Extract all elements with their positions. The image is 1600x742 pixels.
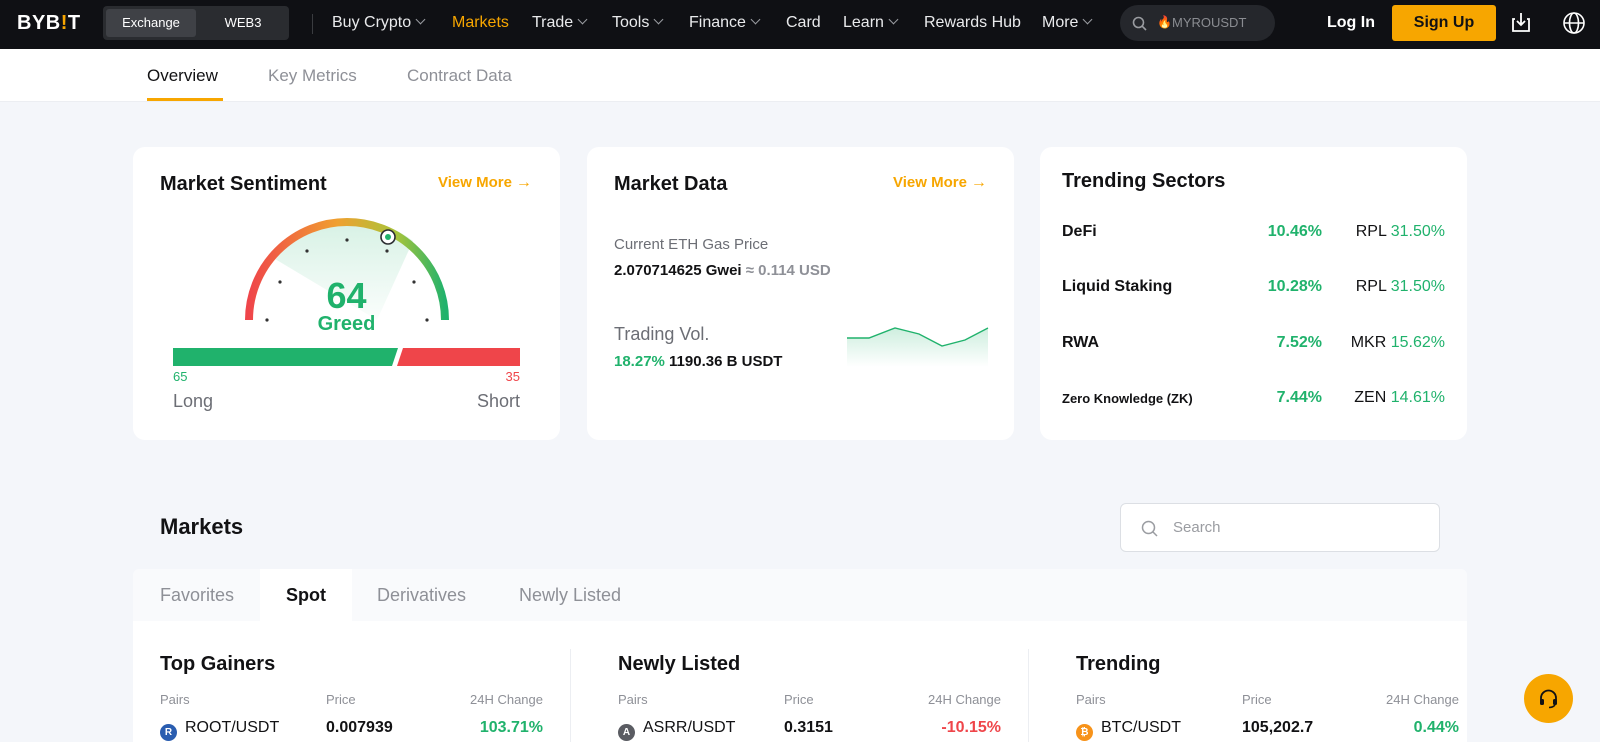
nav-learn[interactable]: Learn [843,0,899,46]
column-title: Trending [1076,653,1161,675]
card-title: Market Sentiment [160,173,327,195]
gas-price-label: Current ETH Gas Price [614,236,769,253]
tab-favorites[interactable]: Favorites [160,569,234,621]
sentiment-label: Greed [317,313,376,335]
bybit-logo[interactable]: BYB!T [17,12,81,36]
chevron-down-icon [415,14,426,25]
market-data-card: Market Data View More → Current ETH Gas P… [587,147,1014,440]
pair-link[interactable]: A ASRR/USDT [618,719,735,741]
column-title: Top Gainers [160,653,276,675]
nav-search[interactable]: 🔥 MYROUSDT [1120,5,1275,41]
market-sentiment-card: Market Sentiment View More → 64 Greed 65… [133,147,560,440]
chevron-down-icon [750,14,761,25]
tab-overview[interactable]: Overview [147,66,218,86]
exchange-web3-switch: Exchange WEB3 [103,6,289,40]
nav-finance[interactable]: Finance [689,0,761,46]
top-gainers-column: Top Gainers Pairs Price 24H Change R ROOT… [133,621,591,742]
headset-icon [1540,689,1557,709]
nav-search-placeholder: MYROUSDT [1172,15,1247,30]
globe-icon[interactable] [1562,11,1586,35]
arrow-right-icon: → [515,174,532,191]
column-title: Newly Listed [618,653,741,675]
trending-sectors-card: Trending Sectors DeFi 10.46% RPL 31.50% … [1040,147,1467,440]
asrr-coin-icon: A [618,724,635,741]
web3-toggle[interactable]: WEB3 [200,9,286,37]
chevron-down-icon [1083,14,1093,25]
tab-key-metrics[interactable]: Key Metrics [268,66,357,86]
tab-spot[interactable]: Spot [260,569,352,621]
markets-title: Markets [160,514,244,539]
pair-link[interactable]: R ROOT/USDT [160,719,279,741]
view-more-link[interactable]: View More → [438,174,532,192]
tab-newly-listed[interactable]: Newly Listed [519,569,621,621]
exchange-toggle[interactable]: Exchange [106,9,196,37]
card-title: Trending Sectors [1062,170,1226,192]
nav-divider [312,14,313,34]
sentiment-value: 64 [326,275,367,316]
view-more-link[interactable]: View More → [893,174,987,192]
trending-column: Trending Pairs Price 24H Change ₿ BTC/USD… [1049,621,1507,742]
long-percent: 65 [173,369,188,384]
root-coin-icon: R [160,724,177,741]
trading-vol-sparkline [847,327,989,367]
tab-contract-data[interactable]: Contract Data [407,66,512,86]
gas-price-usd: ≈ 0.114 USD [745,262,831,279]
search-icon [1132,16,1147,31]
newly-listed-column: Newly Listed Pairs Price 24H Change A ASR… [591,621,1049,742]
short-bar [397,348,520,366]
nav-tools[interactable]: Tools [612,0,664,46]
trading-vol-change: 18.27% [614,353,665,370]
fire-icon: 🔥 [1157,15,1172,29]
markets-tabs: Favorites Spot Derivatives Newly Listed [133,569,1467,621]
long-bar [173,348,398,366]
download-icon[interactable] [1509,11,1533,35]
pair-link[interactable]: ₿ BTC/USDT [1076,719,1181,741]
trading-vol-value: 18.27% 1190.36 B USDT [614,353,783,370]
search-icon [1141,520,1158,537]
card-title: Market Data [614,173,728,195]
long-label: Long [173,391,214,411]
support-chat-button[interactable] [1524,674,1573,723]
long-short-bar [173,348,520,366]
chevron-down-icon [653,14,664,25]
nav-rewards-hub[interactable]: Rewards Hub [924,0,1021,46]
btc-coin-icon: ₿ [1076,724,1093,741]
nav-markets[interactable]: Markets [452,0,509,46]
gas-price-value: 2.070714625 Gwei ≈ 0.114 USD [614,262,831,279]
tab-derivatives[interactable]: Derivatives [377,569,466,621]
markets-panel: Top Gainers Pairs Price 24H Change R ROOT… [133,621,1467,742]
overview-subtabs: Overview Key Metrics Contract Data [0,49,1600,102]
search-placeholder: Search [1173,519,1221,536]
sector-row[interactable]: Zero Knowledge (ZK) 7.44% ZEN 14.61% [1062,387,1445,411]
nav-buy-crypto[interactable]: Buy Crypto [332,0,426,46]
markets-search-input[interactable]: Search [1120,503,1440,552]
trading-vol-label: Trading Vol. [614,324,710,344]
sector-row[interactable]: Liquid Staking 10.28% RPL 31.50% [1062,276,1445,300]
signup-button[interactable]: Sign Up [1392,5,1496,41]
nav-trade[interactable]: Trade [532,0,588,46]
sector-row[interactable]: RWA 7.52% MKR 15.62% [1062,332,1445,356]
login-link[interactable]: Log In [1327,0,1375,46]
top-navbar: BYB!T Exchange WEB3 Buy Crypto Markets T… [0,0,1600,49]
sector-row[interactable]: DeFi 10.46% RPL 31.50% [1062,221,1445,245]
active-tab-underline [147,98,223,101]
chevron-down-icon [888,14,899,25]
nav-card[interactable]: Card [786,0,821,46]
nav-more[interactable]: More [1042,0,1093,46]
arrow-right-icon: → [970,174,987,191]
short-label: Short [476,391,520,411]
chevron-down-icon [577,14,588,25]
short-percent: 35 [505,369,520,384]
